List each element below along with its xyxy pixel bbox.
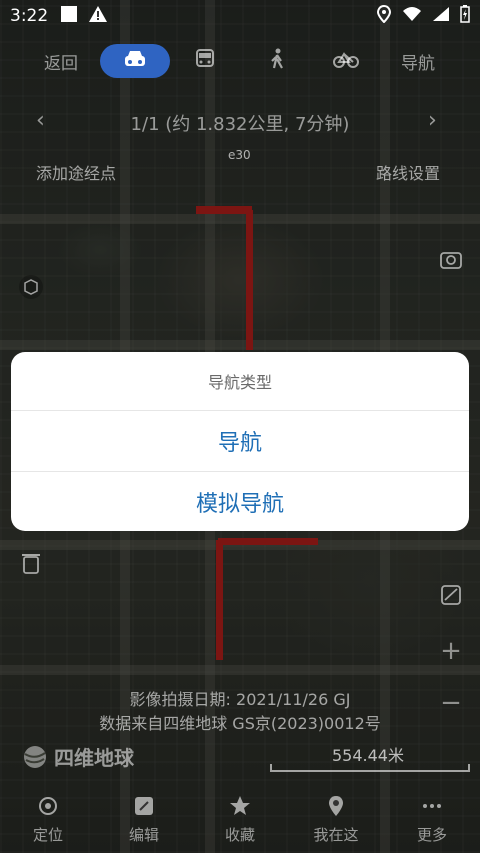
nav-favorites[interactable]: 收藏	[192, 786, 288, 853]
tab-car[interactable]	[100, 44, 170, 78]
trash-icon[interactable]	[16, 548, 46, 578]
add-waypoint-button[interactable]: 添加途经点	[36, 160, 116, 184]
tab-walk[interactable]	[262, 44, 292, 78]
status-time: 3:22	[10, 6, 49, 26]
3d-view-icon[interactable]	[16, 272, 46, 302]
data-source-credit: 数据来自四维地球 GS京(2023)0012号	[99, 714, 381, 733]
warning-icon	[88, 5, 108, 28]
notification-square-icon	[60, 5, 78, 28]
locate-icon	[39, 797, 57, 815]
nav-label: 定位	[32, 826, 63, 844]
nav-label: 收藏	[224, 826, 255, 844]
scale-bar	[270, 764, 470, 772]
zoom-in-icon[interactable]: +	[436, 636, 466, 666]
dialog-title: 导航类型	[11, 352, 469, 411]
wifi-icon	[402, 6, 422, 27]
scale-label: 554.44米	[332, 746, 404, 765]
walking-icon	[266, 48, 288, 75]
brand-logo: 四维地球	[22, 742, 134, 771]
route-settings-button[interactable]: 路线设置	[376, 160, 440, 184]
capture-date-credit: 影像拍摄日期: 2021/11/26 GJ	[129, 690, 351, 709]
nav-edit[interactable]: 编辑	[96, 786, 192, 853]
status-bar: 3:22	[0, 0, 480, 32]
nav-i-am-here[interactable]: 我在这	[288, 786, 384, 853]
bicycle-icon	[333, 49, 359, 74]
route-summary: 1/1 (约 1.832公里, 7分钟)	[130, 114, 350, 135]
nav-label: 我在这	[313, 826, 359, 844]
transport-mode-bar: 返回 导航	[0, 44, 480, 80]
camera-icon[interactable]	[436, 244, 466, 274]
tab-bike[interactable]	[330, 44, 362, 78]
nav-label: 编辑	[128, 826, 159, 844]
bottom-nav: 定位 编辑 收藏 我在这 更多	[0, 786, 480, 853]
tab-bus[interactable]	[190, 44, 220, 78]
bus-icon	[194, 48, 216, 75]
edit-icon	[135, 797, 153, 815]
pin-icon	[329, 796, 343, 816]
navigation-type-dialog: 导航类型 导航 模拟导航	[11, 352, 469, 531]
car-icon	[122, 48, 148, 75]
battery-icon	[460, 4, 470, 28]
location-icon	[376, 4, 392, 28]
globe-icon	[24, 745, 46, 768]
nav-locate[interactable]: 定位	[0, 786, 96, 853]
road-code-label: e30	[228, 148, 251, 162]
nav-label: 更多	[416, 826, 447, 844]
signal-icon	[432, 6, 450, 27]
star-icon	[230, 796, 250, 815]
brand-name: 四维地球	[54, 746, 134, 770]
map-layers-icon[interactable]	[436, 580, 466, 610]
simulated-navigation-option[interactable]: 模拟导航	[11, 471, 469, 531]
next-route-icon[interactable]: ›	[428, 108, 437, 133]
nav-more[interactable]: 更多	[384, 786, 480, 853]
navigate-option[interactable]: 导航	[11, 411, 469, 471]
back-button[interactable]: 返回	[36, 44, 86, 78]
navigate-tab[interactable]: 导航	[396, 44, 440, 78]
more-icon	[423, 804, 441, 808]
